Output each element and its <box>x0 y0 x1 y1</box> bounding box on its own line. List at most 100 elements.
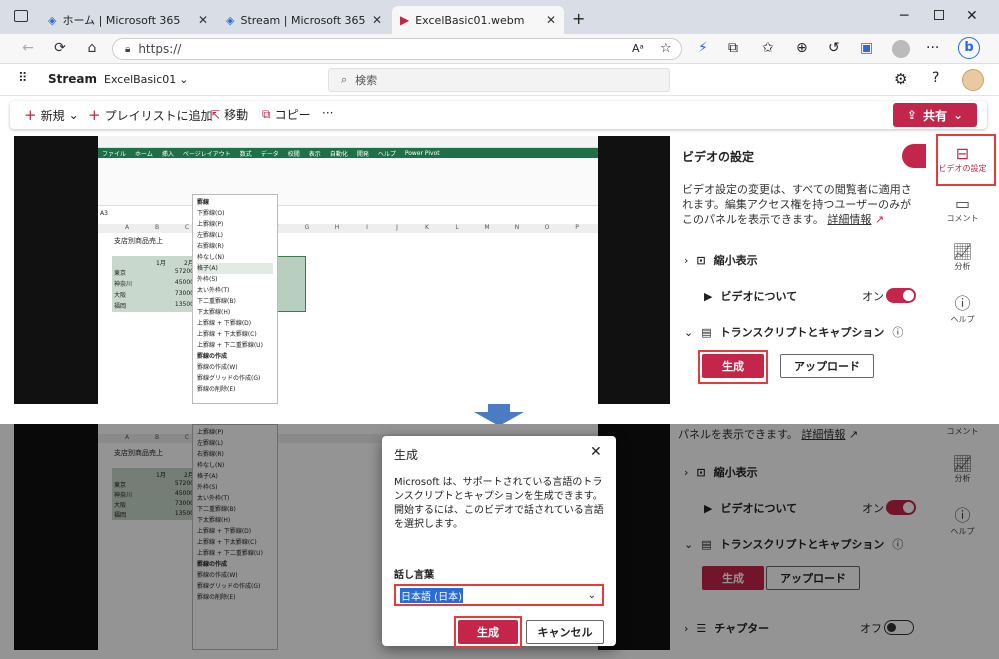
about-toggle[interactable] <box>886 288 916 303</box>
stream-header: ⠿ Stream ExcelBasic01 ⌄ ⌕ 検索 ⚙ ? <box>0 64 999 96</box>
favorites-icon[interactable]: ✩ <box>762 40 774 56</box>
generate-dialog: 生成 ✕ Microsoft は、サポートされている言語のトランスクリプトとキャ… <box>382 436 616 648</box>
search-box[interactable]: ⌕ 検索 <box>328 68 670 92</box>
external-link-icon: ↗ <box>874 213 885 226</box>
excel-row: 東京 57200 <box>114 268 194 277</box>
new-tab-icon[interactable]: + <box>572 9 585 28</box>
analytics-icon: 📈︎ <box>952 242 973 261</box>
minimize-icon[interactable]: ─ <box>900 8 908 24</box>
tab-stream[interactable]: ◈ Stream | Microsoft 365 ✕ <box>218 6 390 34</box>
about-state: オン <box>862 290 884 303</box>
settings-gear-icon[interactable]: ⚙ <box>894 70 907 88</box>
chevron-right-icon: › <box>684 253 689 267</box>
excel-row: 大阪 73000 <box>114 290 194 299</box>
rail-video-settings[interactable]: ⊟ ビデオの設定 <box>926 144 999 174</box>
new-button[interactable]: + 新規 ⌄ <box>24 106 79 124</box>
help-question-icon[interactable]: ? <box>932 70 939 86</box>
close-tab-icon[interactable]: ✕ <box>546 13 556 27</box>
transition-arrow-icon <box>474 404 524 426</box>
close-tab-icon[interactable]: ✕ <box>372 13 382 27</box>
language-label: 話し言葉 <box>394 570 434 581</box>
excel-month-1: 1月 <box>156 260 166 267</box>
upload-button[interactable]: アップロード <box>780 354 874 378</box>
help-icon: ⓘ <box>954 294 971 313</box>
dialog-generate-button[interactable]: 生成 <box>458 620 518 644</box>
info-icon: ⓘ <box>892 326 904 339</box>
url-field[interactable]: 🔒︎ https:// <box>112 38 682 60</box>
close-icon[interactable]: ✕ <box>590 444 602 460</box>
more-icon[interactable]: ··· <box>926 40 939 56</box>
excel-sheet-title: 支店別商品売上 <box>114 237 163 245</box>
profile-icon[interactable] <box>892 40 910 58</box>
rail-analytics[interactable]: 📈︎ 分析 <box>926 242 999 272</box>
play-button[interactable] <box>320 258 374 312</box>
address-bar: ← ⟳ ⌂ 🔒︎ https:// Aᵃ ☆ ⚡︎ ⧉ ✩ ⊕ ↺ ▣ ··· … <box>0 34 999 64</box>
panel-title: ビデオの設定 <box>682 150 755 164</box>
avatar[interactable] <box>962 69 984 91</box>
close-window-icon[interactable]: ✕ <box>966 8 978 24</box>
excel-row: 福岡 13500 <box>114 301 194 310</box>
video-player[interactable]: ファイル ホーム 挿入 ページレイアウト 数式 データ 校閲 表示 自動化 開発 ヘルプ Power … <box>14 136 670 404</box>
excel-column-headers: ABCDEFGHIJKLMNOP <box>98 224 598 233</box>
video-settings-panel: ビデオの設定 ビデオ設定の変更は、すべての閲覧者に適用されます。編集アクセス権を… <box>670 136 930 404</box>
plus-icon: + <box>88 106 101 124</box>
more-actions-button[interactable]: ··· <box>322 106 333 120</box>
about-row: ▶︎ ビデオについて <box>704 289 798 304</box>
collections-icon[interactable]: ⊕ <box>796 40 808 56</box>
learn-more-link[interactable]: 詳細情報 <box>827 213 871 226</box>
video-icon: ▶︎ <box>704 289 713 303</box>
stream-icon: ▶ <box>400 13 410 27</box>
app-name[interactable]: Stream <box>48 72 97 86</box>
tab-home[interactable]: ◈ ホーム | Microsoft 365 ✕ <box>40 6 216 34</box>
back-icon[interactable]: ← <box>18 40 38 56</box>
refresh-icon[interactable]: ⟳ <box>50 40 70 56</box>
border-menu: 罫線 下罫線(O) 上罫線(P) 左罫線(L) 右罫線(R) 枠なし(N) 格子… <box>192 194 278 404</box>
dialog-cancel-button[interactable]: キャンセル <box>526 620 604 644</box>
app-launcher-icon[interactable]: ⠿ <box>18 71 27 86</box>
home-icon[interactable]: ⌂ <box>82 40 102 56</box>
maximize-icon[interactable] <box>934 10 944 20</box>
dialog-body: Microsoft は、サポートされている言語のトランスクリプトとキャプションを… <box>394 477 604 530</box>
chevron-down-icon: ⌄ <box>587 589 596 601</box>
language-select[interactable]: 日本語 (日本) ⌄ <box>394 584 604 606</box>
office-icon[interactable]: ▣ <box>860 40 873 56</box>
generate-button[interactable]: 生成 <box>702 354 764 378</box>
history-icon[interactable]: ↺ <box>828 40 840 56</box>
favorite-icon[interactable]: ☆ <box>660 41 672 56</box>
extension-icon[interactable]: ⚡︎ <box>698 40 708 56</box>
right-rail: ⊟ ビデオの設定 ▭ コメント 📈︎ 分析 ⓘ ヘルプ <box>926 134 999 404</box>
bottom-screenshot: ABC 支店別商品売上 1月 2月 東京 57200 神奈川 45000 大阪 730… <box>0 424 999 659</box>
share-button[interactable]: ⇪ 共有 ⌄ <box>893 103 977 127</box>
close-tab-icon[interactable]: ✕ <box>198 13 208 27</box>
panel-description: ビデオ設定の変更は、すべての閲覧者に適用されます。編集アクセス権を持つユーザーの… <box>682 183 912 226</box>
add-to-playlist-button[interactable]: + プレイリストに追加 <box>88 106 213 124</box>
lock-icon: 🔒︎ <box>125 43 131 55</box>
transcript-row[interactable]: ⌄ ▤ トランスクリプトとキャプション ⓘ <box>684 324 903 340</box>
excel-ribbon-tabs: ファイル ホーム 挿入 ページレイアウト 数式 データ 校閲 表示 自動化 開発 ヘルプ Power … <box>98 148 598 158</box>
copy-button[interactable]: ⧉ コピー <box>262 106 311 123</box>
m365-icon: ◈ <box>48 13 57 27</box>
chevron-down-icon: ⌄ <box>179 73 189 86</box>
tab-video[interactable]: ▶ ExcelBasic01.webm ✕ <box>392 6 564 34</box>
m365-icon: ◈ <box>226 13 235 27</box>
thumbnail-row[interactable]: › ⊡ 縮小表示 <box>684 252 758 268</box>
read-aloud-icon[interactable]: Aᵃ <box>632 42 644 55</box>
settings-toggle-icon: ⊟ <box>955 144 970 163</box>
chevron-down-icon: ⌄ <box>68 108 79 122</box>
bing-icon[interactable]: b <box>958 37 980 59</box>
puzzle-icon[interactable]: ⧉ <box>728 40 738 56</box>
file-name-dropdown[interactable]: ExcelBasic01 ⌄ <box>104 73 188 86</box>
plus-icon: + <box>24 106 37 124</box>
share-icon: ⇪ <box>906 108 917 122</box>
rail-help[interactable]: ⓘ ヘルプ <box>926 290 999 325</box>
rail-comments[interactable]: ▭ コメント <box>926 194 999 224</box>
move-icon: ⇱ <box>210 107 221 122</box>
browser-tab-bar: ◈ ホーム | Microsoft 365 ✕ ◈ Stream | Micro… <box>0 0 999 34</box>
dialog-title: 生成 <box>394 448 419 462</box>
excel-title-bar <box>98 136 598 148</box>
excel-ribbon <box>98 158 598 206</box>
command-bar: + 新規 ⌄ + プレイリストに追加 ⇱ 移動 ⧉ コピー ··· ⇪ 共有 ⌄ <box>10 101 987 129</box>
move-button[interactable]: ⇱ 移動 <box>210 106 248 123</box>
tab-actions-icon[interactable] <box>14 10 28 22</box>
chevron-down-icon: ⌄ <box>953 108 964 122</box>
